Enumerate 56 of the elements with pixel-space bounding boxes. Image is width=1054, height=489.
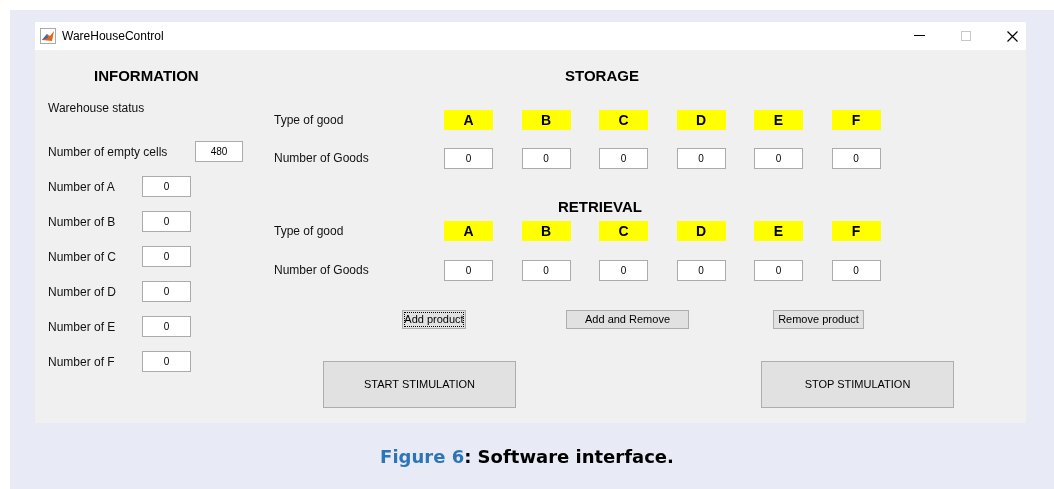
simulation-button[interactable]: START STIMULATION: [323, 360, 516, 408]
simulation-button[interactable]: STOP STIMULATION: [761, 360, 954, 408]
section-heading: STORAGE: [565, 66, 639, 84]
field-label: Number of A: [48, 180, 115, 194]
field-label: Number of C: [48, 250, 117, 264]
field-label: Number of empty cells: [48, 145, 168, 159]
good-type-label: D: [676, 221, 726, 241]
close-icon[interactable]: [1007, 30, 1018, 42]
good-type-label: E: [754, 221, 803, 241]
count-field[interactable]: 0: [831, 259, 881, 281]
status-label: Warehouse status: [48, 101, 145, 115]
count-field[interactable]: 0: [521, 259, 571, 281]
action-button[interactable]: Add and Remove: [566, 309, 689, 329]
count-field[interactable]: 480: [195, 140, 243, 162]
count-field[interactable]: 0: [831, 147, 881, 169]
field-label: Type of good: [274, 113, 345, 127]
count-field[interactable]: 0: [676, 259, 726, 281]
count-field[interactable]: 0: [754, 147, 803, 169]
count-field[interactable]: 0: [676, 147, 726, 169]
app-logo-icon: [40, 28, 56, 44]
field-label: Number of B: [48, 215, 116, 229]
action-button[interactable]: Add product: [402, 309, 466, 329]
count-field[interactable]: 0: [599, 147, 648, 169]
count-field[interactable]: 0: [142, 315, 191, 337]
field-label: Number of Goods: [274, 263, 370, 277]
section-heading: RETRIEVAL: [558, 197, 642, 215]
field-label: Number of E: [48, 320, 116, 334]
count-field[interactable]: 0: [444, 147, 493, 169]
section-heading: INFORMATION: [94, 66, 199, 84]
good-type-label: D: [676, 110, 726, 130]
count-field[interactable]: 0: [142, 210, 191, 232]
good-type-label: F: [831, 110, 881, 130]
count-field[interactable]: 0: [142, 175, 191, 197]
good-type-label: A: [444, 221, 493, 241]
count-field[interactable]: 0: [142, 280, 191, 302]
field-label: Type of good: [274, 224, 345, 238]
good-type-label: A: [444, 110, 493, 130]
field-label: Number of F: [48, 355, 115, 369]
figure-caption: Figure 6: Software interface.: [380, 445, 674, 467]
good-type-label: F: [831, 221, 881, 241]
count-field[interactable]: 0: [444, 259, 493, 281]
field-label: Number of Goods: [274, 151, 370, 165]
good-type-label: E: [754, 110, 803, 130]
good-type-label: B: [521, 110, 571, 130]
count-field[interactable]: 0: [142, 350, 191, 372]
count-field[interactable]: 0: [142, 245, 191, 267]
count-field[interactable]: 0: [521, 147, 571, 169]
field-label: Number of D: [48, 285, 117, 299]
good-type-label: C: [599, 221, 648, 241]
action-button[interactable]: Remove product: [773, 309, 864, 329]
minimize-icon[interactable]: [914, 35, 925, 37]
good-type-label: C: [599, 110, 648, 130]
count-field[interactable]: 0: [754, 259, 803, 281]
window-title: WareHouseControl: [62, 29, 165, 43]
good-type-label: B: [521, 221, 571, 241]
count-field[interactable]: 0: [599, 259, 648, 281]
